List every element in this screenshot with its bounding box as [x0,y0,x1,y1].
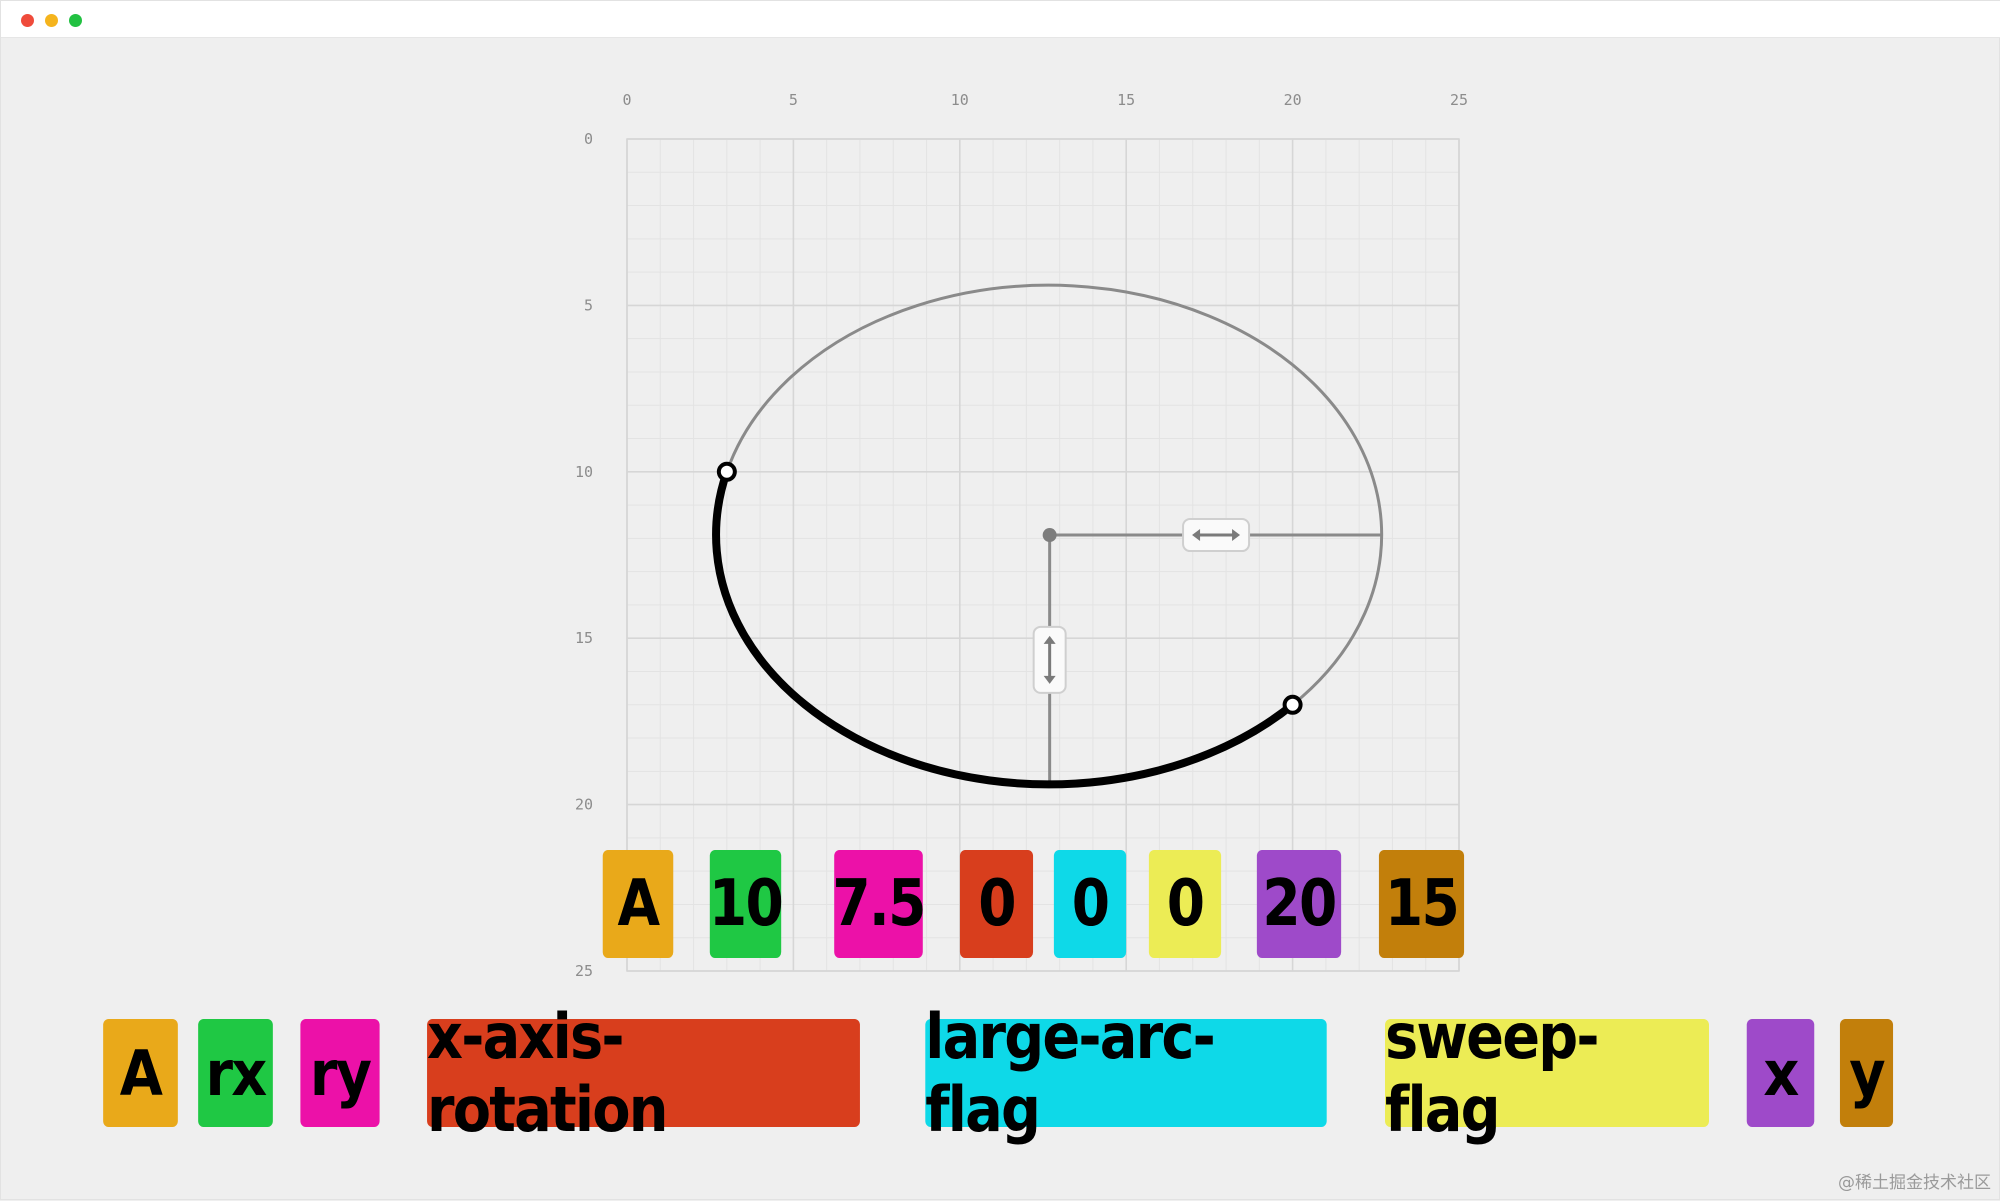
legend-token-large-arc-flag: large-arc-flag [925,1000,1327,1146]
x-axis-ticks: 0 5 10 15 20 25 [622,91,1468,109]
legend-token-x: x [1746,1019,1815,1127]
x-tick-label: 20 [1284,91,1302,109]
rx-resize-handle[interactable] [1182,518,1251,553]
y-tick-label: 10 [575,463,593,481]
command-token-x: 20 [1256,850,1342,958]
command-token-y: 15 [1378,850,1465,958]
minor-grid [627,139,1459,971]
grid-border [626,138,1460,972]
x-tick-label: 15 [1117,91,1135,109]
command-token-ry: 7.5 [832,850,926,958]
ry-resize-handle[interactable] [1032,625,1067,694]
command-token-sweep-flag: 0 [1148,850,1222,958]
y-tick-label: 5 [584,296,593,314]
y-tick-label: 25 [575,962,593,980]
command-token-a: A [602,850,674,958]
legend-token-a: A [103,1019,178,1127]
major-grid [626,138,1460,972]
y-tick-label: 15 [575,629,593,647]
app-window: 0 5 10 15 20 25 0 5 10 15 20 25 A 10 7.5… [0,0,2000,1200]
x-tick-label: 10 [951,91,969,109]
legend-token-ry: ry [300,1019,380,1127]
legend-token-x-axis-rotation: x-axis-rotation [427,1000,860,1146]
legend-token-sweep-flag: sweep-flag [1385,1000,1709,1146]
legend-token-rx: rx [198,1019,273,1127]
x-tick-label: 5 [789,91,798,109]
legend-token-y: y [1839,1019,1894,1127]
x-tick-label: 0 [622,91,631,109]
arc-start-point[interactable] [716,461,737,482]
y-axis-ticks: 0 5 10 15 20 25 [575,130,593,980]
x-tick-label: 25 [1450,91,1468,109]
watermark: @稀土掘金技术社区 [1838,1173,1991,1193]
y-tick-label: 0 [584,130,593,148]
arc-end-point[interactable] [1282,694,1303,715]
command-token-large-arc-flag: 0 [1053,850,1127,958]
command-token-x-axis-rotation: 0 [959,850,1034,958]
command-token-rx: 10 [709,850,784,958]
ellipse-center-point [1042,528,1057,543]
y-tick-label: 20 [575,796,593,814]
